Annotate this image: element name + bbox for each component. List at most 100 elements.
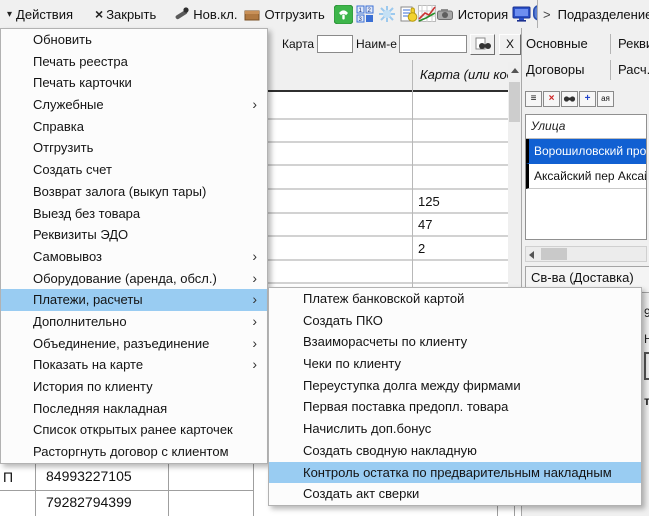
tab-main[interactable]: Основные	[526, 34, 588, 54]
submenu-arrow-icon: ›	[252, 311, 257, 333]
submenu-item-reconciliation-act[interactable]: Создать акт сверки	[269, 483, 641, 505]
sort-letters-icon: ая	[601, 94, 610, 103]
submenu-item-create-pko[interactable]: Создать ПКО	[269, 310, 641, 332]
menu-item-edo-requisites[interactable]: Реквизиты ЭДО	[1, 224, 267, 246]
menu-item-help[interactable]: Справка	[1, 116, 267, 138]
clear-filter-button[interactable]: X	[499, 34, 521, 55]
submenu-arrow-icon: ›	[252, 246, 257, 268]
clipped-text-fragment: 9	[644, 306, 649, 320]
delete-cross-icon: ×	[549, 93, 555, 104]
name-filter-input[interactable]	[399, 35, 467, 53]
menu-item-additional[interactable]: Дополнительно›	[1, 311, 267, 333]
subdivision-header-bar[interactable]: > Подразделение	[537, 0, 649, 28]
submenu-item-add-bonus[interactable]: Начислить доп.бонус	[269, 418, 641, 440]
grid-cell-card[interactable]: 125	[418, 194, 440, 209]
close-button[interactable]: × Закрыть	[92, 2, 159, 26]
menu-item-terminate-contract[interactable]: Расторгнуть договор с клиентом	[1, 441, 267, 463]
add-button[interactable]: +	[579, 91, 596, 107]
menu-item-merge-split[interactable]: Объединение, разъединение›	[1, 333, 267, 355]
chevron-right-icon: >	[543, 7, 551, 22]
submenu-arrow-icon: ›	[252, 333, 257, 355]
card-filter-input[interactable]	[317, 35, 353, 53]
submenu-item-settlements[interactable]: Взаиморасчеты по клиенту	[269, 331, 641, 353]
menu-item-print-card[interactable]: Печать карточки	[1, 72, 267, 94]
clipped-text-fragment: т.	[644, 394, 649, 408]
submenu-item-card-payment[interactable]: Платеж банковской картой	[269, 288, 641, 310]
hscroll-thumb[interactable]	[541, 248, 567, 260]
submenu-arrow-icon: ›	[252, 354, 257, 376]
camera-icon[interactable]	[436, 5, 454, 23]
list-button[interactable]: ≡	[525, 91, 542, 107]
submenu-arrow-icon: ›	[252, 94, 257, 116]
address-grid-hscrollbar[interactable]	[525, 246, 647, 262]
submenu-item-client-receipts[interactable]: Чеки по клиенту	[269, 353, 641, 375]
submenu-item-debt-transfer[interactable]: Переуступка долга между фирмами	[269, 375, 641, 397]
menu-item-create-invoice[interactable]: Создать счет	[1, 159, 267, 181]
phone-number-cell[interactable]: 79282794399	[46, 494, 132, 510]
card-filter-label: Карта	[282, 37, 314, 51]
submenu-item-balance-control[interactable]: Контроль остатка по предварительным накл…	[269, 462, 641, 484]
search-list-button[interactable]	[561, 91, 578, 107]
subdivision-title: Подразделение	[558, 7, 649, 22]
grid-cell-card[interactable]: 2	[418, 241, 425, 256]
phone-row-flag: П	[3, 469, 13, 485]
phone-number-cell[interactable]: 84993227105	[46, 468, 132, 484]
ship-button[interactable]: Отгрузить	[240, 2, 327, 26]
scroll-up-icon[interactable]	[511, 68, 519, 73]
monitor-icon[interactable]	[512, 5, 530, 23]
menu-item-show-on-map[interactable]: Показать на карте›	[1, 354, 267, 376]
name-filter-label: Наим-е	[356, 37, 397, 51]
menu-item-trip-no-goods[interactable]: Выезд без товара	[1, 203, 267, 225]
history-button[interactable]: История	[458, 7, 508, 22]
grid-cell-card[interactable]: 47	[418, 217, 432, 232]
actions-context-menu: Обновить Печать реестра Печать карточки …	[0, 28, 268, 464]
menu-item-deposit-return[interactable]: Возврат залога (выкуп тары)	[1, 181, 267, 203]
menu-item-opened-cards-list[interactable]: Список открытых ранее карточек	[1, 419, 267, 441]
package-icon	[243, 5, 261, 23]
tab-divider	[610, 60, 611, 80]
search-button[interactable]	[470, 34, 495, 55]
phone-icon[interactable]	[334, 5, 352, 23]
submenu-item-summary-waybill[interactable]: Создать сводную накладную	[269, 440, 641, 462]
payments-submenu: Платеж банковской картой Создать ПКО Вза…	[268, 287, 642, 506]
tab-settlements[interactable]: Расч.	[618, 60, 649, 80]
main-toolbar: ▾ Действия × Закрыть Нов.кл. Отгрузить	[0, 0, 537, 29]
actions-menu-button[interactable]: ▾ Действия	[4, 2, 76, 26]
tab-requisites[interactable]: Рекви	[618, 34, 649, 54]
menu-item-print-register[interactable]: Печать реестра	[1, 51, 267, 73]
delete-button[interactable]: ×	[543, 91, 560, 107]
menu-item-last-waybill[interactable]: Последняя накладная	[1, 398, 267, 420]
submenu-item-first-prepaid-delivery[interactable]: Первая поставка предопл. товара	[269, 396, 641, 418]
address-row[interactable]: Аксайский пер Аксай	[526, 164, 646, 189]
actions-label: Действия	[16, 7, 73, 22]
menu-item-refresh[interactable]: Обновить	[1, 29, 267, 51]
card-column-header[interactable]: Карта (или код	[420, 67, 514, 82]
numbers-grid-icon[interactable]: 1 2 3	[356, 5, 374, 23]
street-column-header[interactable]: Улица	[526, 115, 646, 139]
menu-item-ship[interactable]: Отгрузить	[1, 137, 267, 159]
menu-item-payments[interactable]: Платежи, расчеты›	[1, 289, 267, 311]
new-client-button[interactable]: Нов.кл.	[169, 2, 240, 26]
binoculars-icon	[475, 37, 491, 51]
filter-bar: Карта Наим-е X	[268, 28, 521, 60]
app-window: ▾ Действия × Закрыть Нов.кл. Отгрузить	[0, 0, 649, 516]
address-row-selected[interactable]: Ворошиловский прос	[526, 139, 646, 164]
clipped-button-fragment	[644, 352, 649, 380]
menu-item-pickup[interactable]: Самовывоз›	[1, 246, 267, 268]
menu-item-equipment[interactable]: Оборудование (аренда, обсл.)›	[1, 268, 267, 290]
binoculars-icon	[563, 92, 576, 104]
note-hand-icon[interactable]	[400, 5, 418, 23]
menu-item-service[interactable]: Служебные›	[1, 94, 267, 116]
close-x-icon: ×	[95, 6, 103, 22]
new-client-label: Нов.кл.	[193, 7, 237, 22]
vscroll-thumb[interactable]	[509, 82, 520, 122]
sort-button[interactable]: ая	[597, 91, 614, 107]
menu-item-client-history[interactable]: История по клиенту	[1, 376, 267, 398]
scroll-left-icon[interactable]	[529, 251, 534, 259]
address-grid: Улица Ворошиловский прос Аксайский пер А…	[525, 114, 647, 240]
chart-icon[interactable]	[418, 5, 436, 23]
internet-globe-icon[interactable]	[378, 5, 396, 23]
clipped-text-fragment: НТ	[644, 332, 649, 346]
wrench-icon	[172, 5, 190, 23]
tab-contracts[interactable]: Договоры	[526, 60, 584, 80]
